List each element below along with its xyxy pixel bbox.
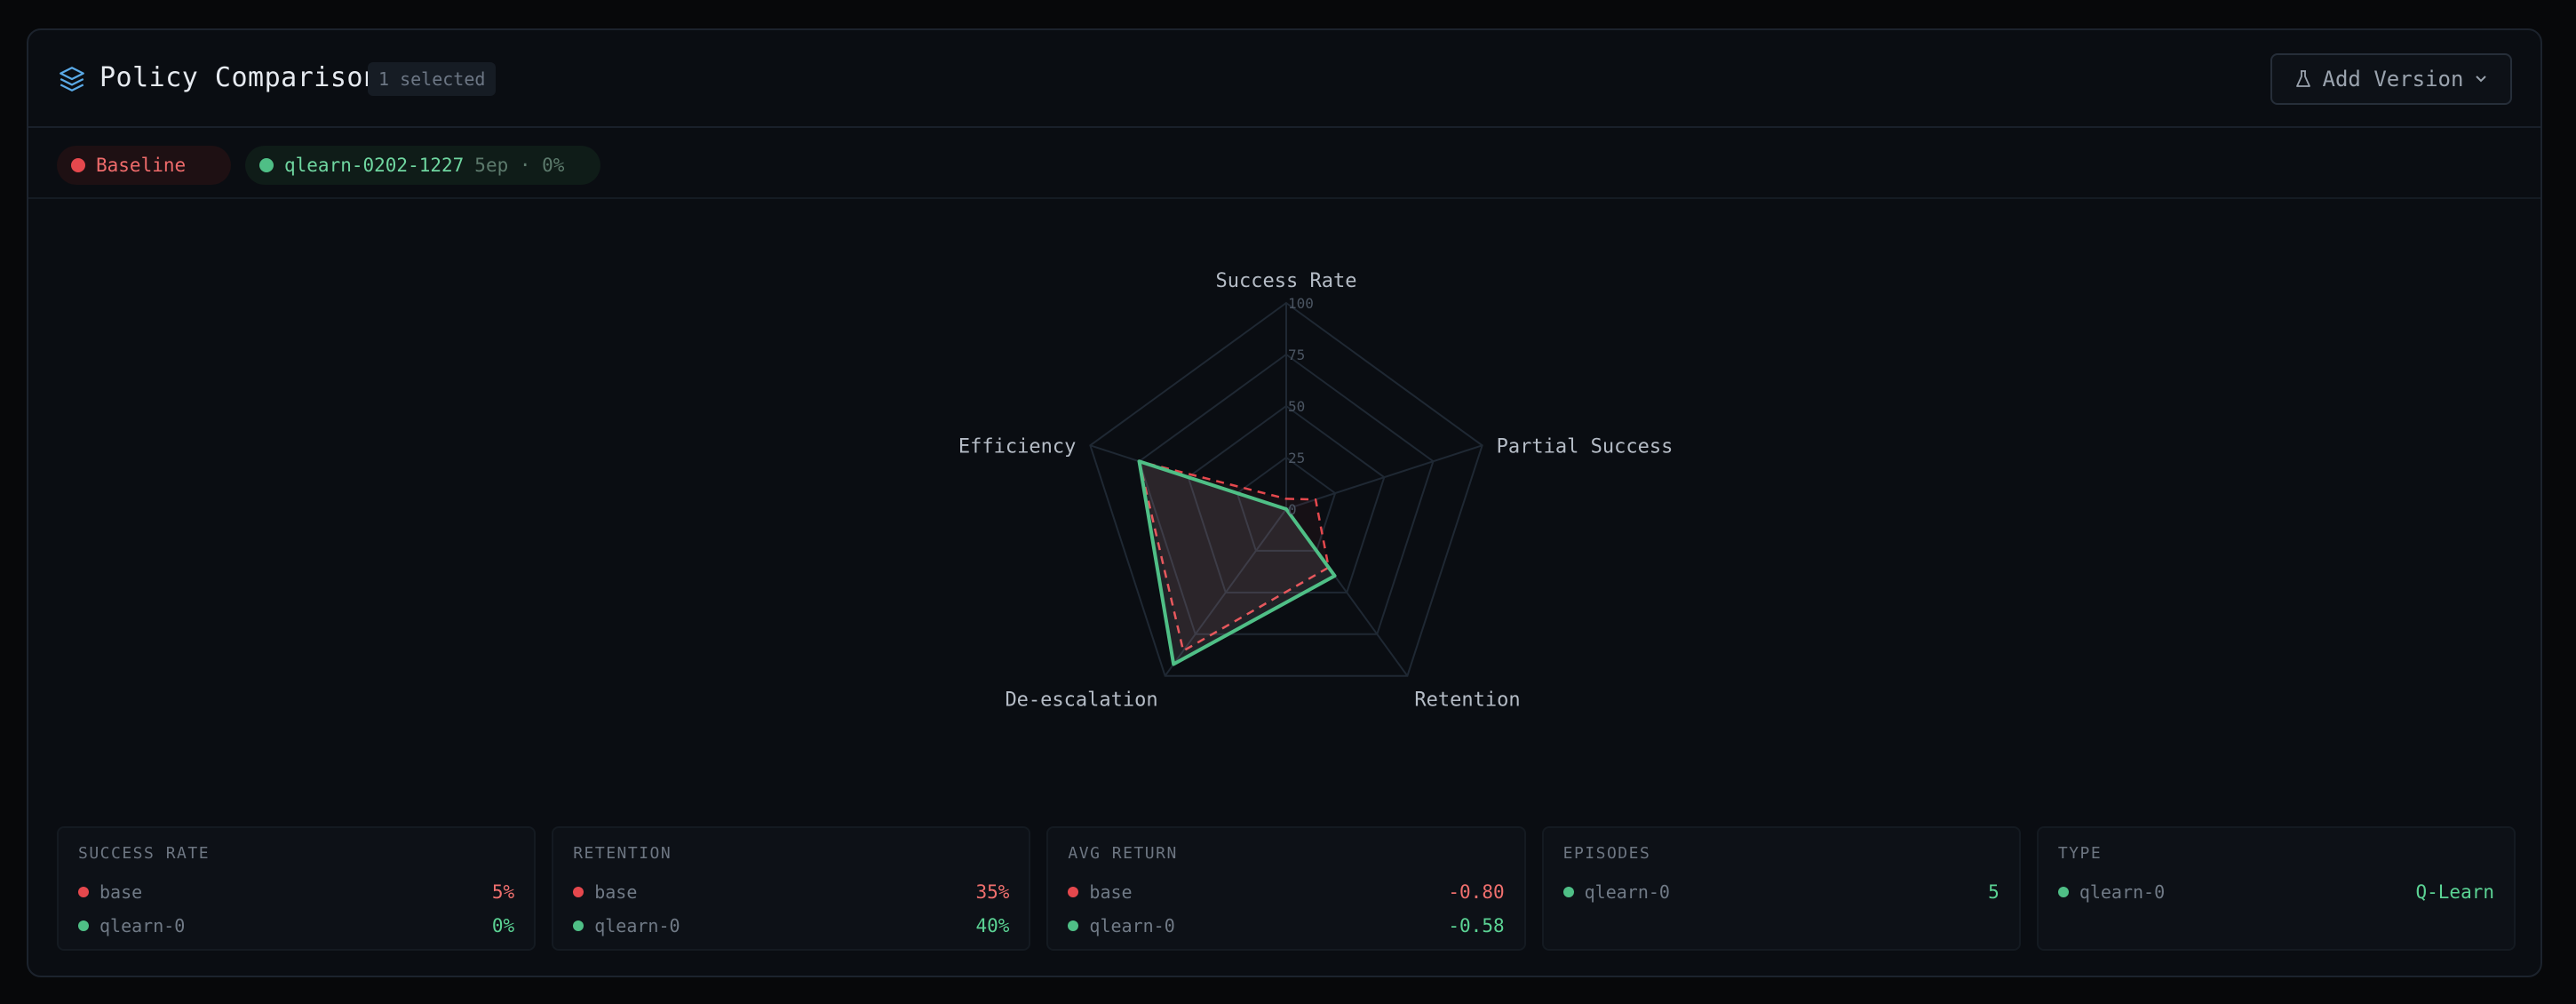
stat-title: EPISODES (1562, 844, 1651, 863)
stat-row: qlearn-0 -0.58 (1068, 909, 1505, 943)
stat-row-name: qlearn-0 (2079, 881, 2166, 903)
stats-row: SUCCESS RATE base 5% qlearn-0 0% RETENTI… (57, 826, 2516, 951)
series-dot (78, 920, 89, 931)
radar-tick-label: 100 (1288, 295, 1314, 312)
radar-axis-label: Retention (1414, 689, 1520, 712)
stat-card-avg-return: AVG RETURN base -0.80 qlearn-0 -0.58 (1046, 826, 1526, 951)
series-dot (573, 920, 584, 931)
series-dot (1562, 887, 1574, 897)
stat-card-episodes: EPISODES qlearn-0 5 (1541, 826, 2021, 951)
stat-row-name: base (1089, 881, 1133, 903)
stat-row: base 35% (573, 875, 1009, 909)
stat-row-name: qlearn-0 (99, 915, 186, 936)
stat-title: AVG RETURN (1068, 844, 1178, 863)
radar-tick-label: 0 (1288, 501, 1297, 518)
stat-row: qlearn-0 40% (573, 909, 1009, 943)
stat-row-value: -0.80 (1448, 881, 1505, 903)
radar-axis-label: Partial Success (1497, 435, 1674, 458)
radar-axis-label: De-escalation (1005, 689, 1157, 712)
stat-row-value: 40% (975, 915, 1010, 936)
stat-row-value: 5% (491, 881, 515, 903)
series-dot (1068, 887, 1079, 897)
stat-title: SUCCESS RATE (78, 844, 211, 863)
series-dot (2057, 887, 2069, 897)
series-dot (78, 887, 89, 897)
stat-title: TYPE (2057, 844, 2103, 863)
stat-row-value: Q-Learn (2415, 881, 2495, 903)
radar-tick-label: 25 (1288, 450, 1305, 466)
stat-row: qlearn-0 5 (1562, 875, 2000, 909)
stat-card-retention: RETENTION base 35% qlearn-0 40% (552, 826, 1031, 951)
stat-row-name: base (99, 881, 143, 903)
stat-row-name: qlearn-0 (1584, 881, 1670, 903)
policy-comparison-panel: Policy Comparison 1 selected Add Version… (27, 28, 2542, 977)
series-dot (573, 887, 584, 897)
radar-axis-label: Success Rate (1216, 270, 1357, 292)
stat-row-value: 5 (1988, 881, 2000, 903)
stat-row: qlearn-0 0% (78, 909, 514, 943)
stat-row-name: qlearn-0 (1089, 915, 1175, 936)
series-dot (1068, 920, 1079, 931)
stat-card-type: TYPE qlearn-0 Q-Learn (2036, 826, 2516, 951)
radar-axis-label: Efficiency (958, 435, 1076, 458)
stat-row-value: 0% (491, 915, 515, 936)
radar-tick-label: 50 (1288, 398, 1305, 415)
radar-chart: 100 75 50 25 0 Success Rate Partial Success Ret… (958, 270, 1674, 712)
stat-row-value: 35% (975, 881, 1010, 903)
stat-card-success-rate: SUCCESS RATE base 5% qlearn-0 0% (57, 826, 537, 951)
radar-tick-label: 75 (1288, 347, 1305, 363)
stat-row: base 5% (78, 875, 514, 909)
stat-row: qlearn-0 Q-Learn (2057, 875, 2495, 909)
stat-row-value: -0.58 (1448, 915, 1505, 936)
stat-title: RETENTION (573, 844, 672, 863)
stat-row: base -0.80 (1068, 875, 1505, 909)
stat-row-name: base (594, 881, 638, 903)
stat-row-name: qlearn-0 (594, 915, 680, 936)
